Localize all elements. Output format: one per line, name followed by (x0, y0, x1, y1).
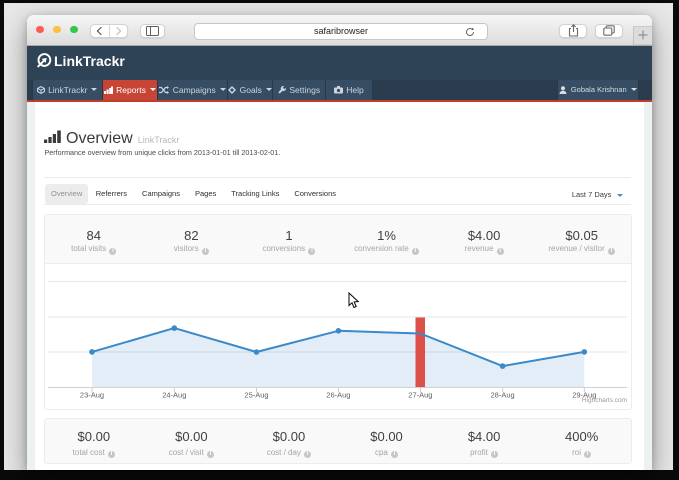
svg-text:24-Aug: 24-Aug (162, 390, 186, 399)
svg-text:26-Aug: 26-Aug (326, 390, 350, 399)
svg-text:Highcharts.com: Highcharts.com (582, 397, 627, 404)
svg-text:28-Aug: 28-Aug (491, 390, 515, 399)
svg-text:23-Aug: 23-Aug (80, 390, 104, 399)
svg-text:27-Aug: 27-Aug (408, 390, 432, 399)
svg-text:25-Aug: 25-Aug (244, 390, 268, 399)
